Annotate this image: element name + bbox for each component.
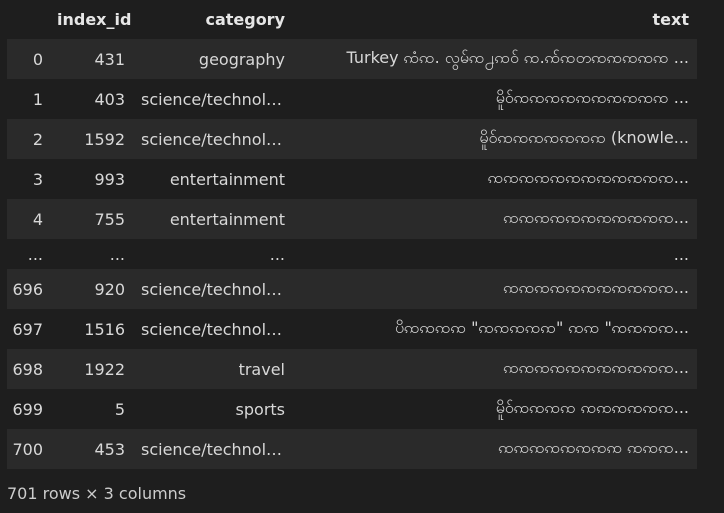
cell-category: science/technology bbox=[133, 119, 293, 159]
cell-text: မိူဝ်ꩡꩡꩡꩡ ꩡꩡꩡꩡꩡꩡ... bbox=[293, 389, 697, 429]
table-row-ellipsis: ... ... ... ... bbox=[7, 239, 697, 269]
cell-index-id: 1922 bbox=[49, 349, 133, 389]
cell-text: ꩡꩡꩡꩡꩡꩡꩡꩡꩡꩡꩡ... bbox=[293, 349, 697, 389]
table-row: 696 920 science/technology ꩡꩡꩡꩡꩡꩡꩡꩡꩡꩡꩡ..… bbox=[7, 269, 697, 309]
cell-text: ꩡꩡꩡꩡꩡꩡꩡꩡꩡꩡꩡ... bbox=[293, 269, 697, 309]
row-index: 697 bbox=[7, 309, 49, 349]
table-row: 2 1592 science/technology မိူဝ်ꩡꩡꩡꩡꩡꩡꩡ (… bbox=[7, 119, 697, 159]
row-index: 1 bbox=[7, 79, 49, 119]
cell-category: science/technology bbox=[133, 79, 293, 119]
cell-category: entertainment bbox=[133, 199, 293, 239]
cell-text: Turkey ꩡံꩡ. လွမ်ꩡ႕ꩡဝ် ꩡ.ꩡ်ꩡတꩡꩡꩡꩡꩡ ... bbox=[293, 39, 697, 79]
table-row: 700 453 science/technology ꩡꩡꩡꩡꩡꩡꩡꩡ ꩡꩡꩡ.… bbox=[7, 429, 697, 469]
cell-index-id: 920 bbox=[49, 269, 133, 309]
cell-category: science/technology bbox=[133, 269, 293, 309]
row-index: 2 bbox=[7, 119, 49, 159]
cell-index-id: 403 bbox=[49, 79, 133, 119]
dataframe-output: index_id category text 0 431 geography T… bbox=[7, 0, 697, 469]
index-column-header bbox=[7, 0, 49, 39]
row-index: ... bbox=[7, 239, 49, 269]
row-index: 3 bbox=[7, 159, 49, 199]
cell-index-id: ... bbox=[49, 239, 133, 269]
table-row: 0 431 geography Turkey ꩡံꩡ. လွမ်ꩡ႕ꩡဝ် ꩡ.… bbox=[7, 39, 697, 79]
table-row: 698 1922 travel ꩡꩡꩡꩡꩡꩡꩡꩡꩡꩡꩡ... bbox=[7, 349, 697, 389]
cell-category: geography bbox=[133, 39, 293, 79]
cell-text: ꩡꩡꩡꩡꩡꩡꩡꩡ ꩡꩡꩡ... bbox=[293, 429, 697, 469]
row-index: 698 bbox=[7, 349, 49, 389]
cell-index-id: 993 bbox=[49, 159, 133, 199]
dataframe-table: index_id category text 0 431 geography T… bbox=[7, 0, 697, 469]
cell-index-id: 1516 bbox=[49, 309, 133, 349]
table-row: 1 403 science/technology မိူဝ်ꩡꩡꩡꩡꩡꩡꩡꩡꩡꩡ… bbox=[7, 79, 697, 119]
cell-category: travel bbox=[133, 349, 293, 389]
cell-text: ပိꩡꩡꩡꩡ "ꩡꩡꩡꩡꩡ" ꩡꩡ "ꩡꩡꩡꩡ... bbox=[293, 309, 697, 349]
row-index: 696 bbox=[7, 269, 49, 309]
cell-category: science/technology bbox=[133, 429, 293, 469]
table-header-row: index_id category text bbox=[7, 0, 697, 39]
row-index: 0 bbox=[7, 39, 49, 79]
row-index: 4 bbox=[7, 199, 49, 239]
cell-index-id: 5 bbox=[49, 389, 133, 429]
table-row: 699 5 sports မိူဝ်ꩡꩡꩡꩡ ꩡꩡꩡꩡꩡꩡ... bbox=[7, 389, 697, 429]
cell-text: မိူဝ်ꩡꩡꩡꩡꩡꩡꩡꩡꩡꩡ ... bbox=[293, 79, 697, 119]
cell-index-id: 453 bbox=[49, 429, 133, 469]
cell-text: ꩡꩡꩡꩡꩡꩡꩡꩡꩡꩡꩡꩡ... bbox=[293, 159, 697, 199]
column-header-text: text bbox=[652, 10, 689, 29]
cell-index-id: 1592 bbox=[49, 119, 133, 159]
column-header-category: category bbox=[205, 10, 285, 29]
cell-index-id: 755 bbox=[49, 199, 133, 239]
cell-text: ... bbox=[293, 239, 697, 269]
cell-category: entertainment bbox=[133, 159, 293, 199]
dataframe-shape-footer: 701 rows × 3 columns bbox=[7, 484, 187, 503]
table-row: 3 993 entertainment ꩡꩡꩡꩡꩡꩡꩡꩡꩡꩡꩡꩡ... bbox=[7, 159, 697, 199]
cell-text: မိူဝ်ꩡꩡꩡꩡꩡꩡꩡ (knowle... bbox=[293, 119, 697, 159]
cell-index-id: 431 bbox=[49, 39, 133, 79]
cell-category: sports bbox=[133, 389, 293, 429]
table-row: 4 755 entertainment ꩡꩡꩡꩡꩡꩡꩡꩡꩡꩡꩡ... bbox=[7, 199, 697, 239]
cell-text: ꩡꩡꩡꩡꩡꩡꩡꩡꩡꩡꩡ... bbox=[293, 199, 697, 239]
cell-category: ... bbox=[133, 239, 293, 269]
row-index: 699 bbox=[7, 389, 49, 429]
cell-category: science/technology bbox=[133, 309, 293, 349]
row-index: 700 bbox=[7, 429, 49, 469]
table-row: 697 1516 science/technology ပိꩡꩡꩡꩡ "ꩡꩡꩡꩡ… bbox=[7, 309, 697, 349]
column-header-index-id: index_id bbox=[57, 10, 132, 29]
